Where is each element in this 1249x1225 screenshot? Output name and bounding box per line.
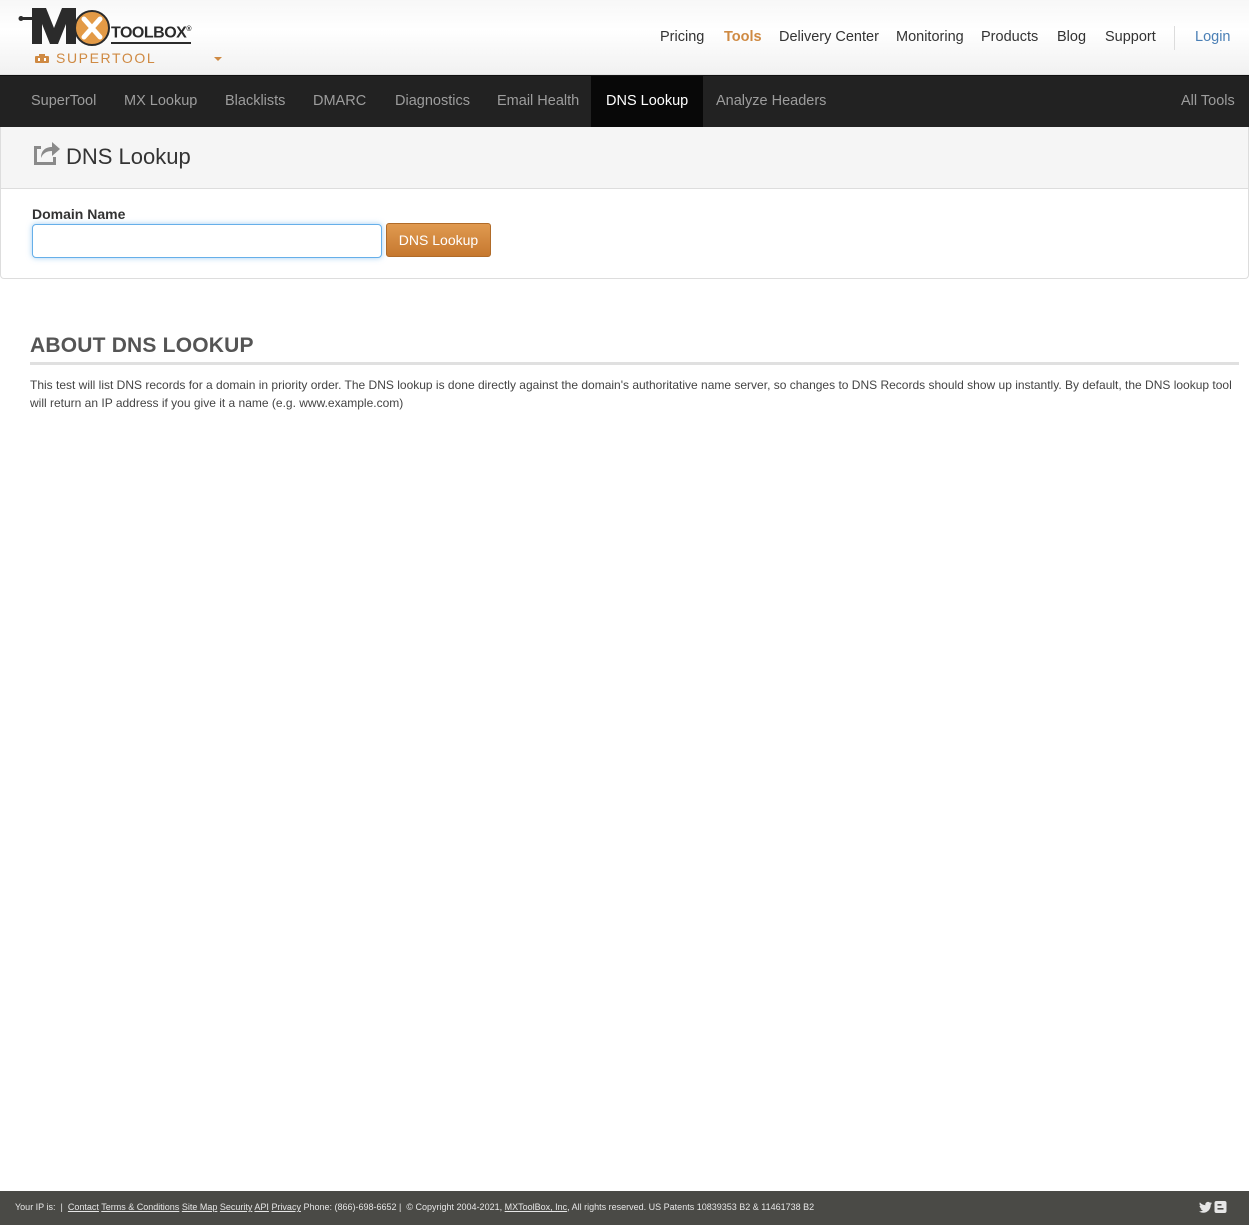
tab-blacklists[interactable]: Blacklists [225,76,285,127]
supertool-icon [35,54,49,63]
topnav-delivery-center[interactable]: Delivery Center [779,29,879,45]
tab-analyze-headers[interactable]: Analyze Headers [716,76,826,127]
page-title: DNS Lookup [66,144,191,169]
about-heading: ABOUT DNS LOOKUP [30,334,254,357]
lookup-panel: DNS Lookup Domain Name DNS Lookup [0,127,1249,279]
chevron-down-icon [214,57,222,61]
supertool-label: SUPERTOOL [56,50,157,66]
topnav-monitoring[interactable]: Monitoring [896,29,964,45]
nav-divider [1174,26,1175,50]
panel-heading: DNS Lookup [1,127,1248,189]
site-footer: Your IP is: | Contact Terms & Conditions… [0,1191,1249,1225]
topnav-tools[interactable]: Tools [724,29,762,45]
twitter-icon[interactable] [1199,1201,1212,1213]
tools-navbar: SuperTool MX Lookup Blacklists DMARC Dia… [0,75,1249,127]
tab-supertool[interactable]: SuperTool [31,76,96,127]
footer-pipe: | [60,1202,63,1212]
tab-dns-lookup[interactable]: DNS Lookup [591,76,704,127]
dns-lookup-button[interactable]: DNS Lookup [386,223,491,257]
footer-info: Your IP is: | Contact Terms & Conditions… [15,1202,814,1212]
footer-link-api[interactable]: API [254,1202,269,1212]
about-description: This test will list DNS records for a do… [30,378,1232,410]
domain-name-label: Domain Name [32,206,126,222]
top-navigation: Pricing Tools Delivery Center Monitoring… [0,26,1249,50]
footer-copyright: © Copyright 2004-2021, [406,1202,503,1212]
about-divider [30,362,1239,365]
blog-icon[interactable] [1214,1201,1227,1213]
share-icon [34,142,60,165]
tab-email-health[interactable]: Email Health [497,76,579,127]
footer-patents: , All rights reserved. US Patents 108393… [567,1202,815,1212]
footer-phone: Phone: (866)-698-6652 | [303,1202,402,1212]
footer-link-terms[interactable]: Terms & Conditions [101,1202,179,1212]
topnav-products[interactable]: Products [981,29,1038,45]
footer-link-security[interactable]: Security [220,1202,253,1212]
tab-mx-lookup[interactable]: MX Lookup [124,76,197,127]
topnav-blog[interactable]: Blog [1057,29,1086,45]
footer-link-sitemap[interactable]: Site Map [182,1202,218,1212]
supertool-dropdown[interactable]: SUPERTOOL [35,50,225,68]
footer-link-privacy[interactable]: Privacy [271,1202,301,1212]
tab-dmarc[interactable]: DMARC [313,76,366,127]
topnav-pricing[interactable]: Pricing [660,29,704,45]
ip-label: Your IP is: [15,1202,56,1212]
site-header: TOOLBOX® SUPERTOOL Pricing Tools Deliver… [0,0,1249,75]
login-link[interactable]: Login [1195,29,1230,45]
footer-link-contact[interactable]: Contact [68,1202,99,1212]
topnav-support[interactable]: Support [1105,29,1156,45]
footer-company-link[interactable]: MXToolBox, Inc [505,1202,568,1212]
all-tools-link[interactable]: All Tools [1181,76,1235,127]
tab-diagnostics[interactable]: Diagnostics [395,76,470,127]
domain-name-input[interactable] [32,224,382,258]
